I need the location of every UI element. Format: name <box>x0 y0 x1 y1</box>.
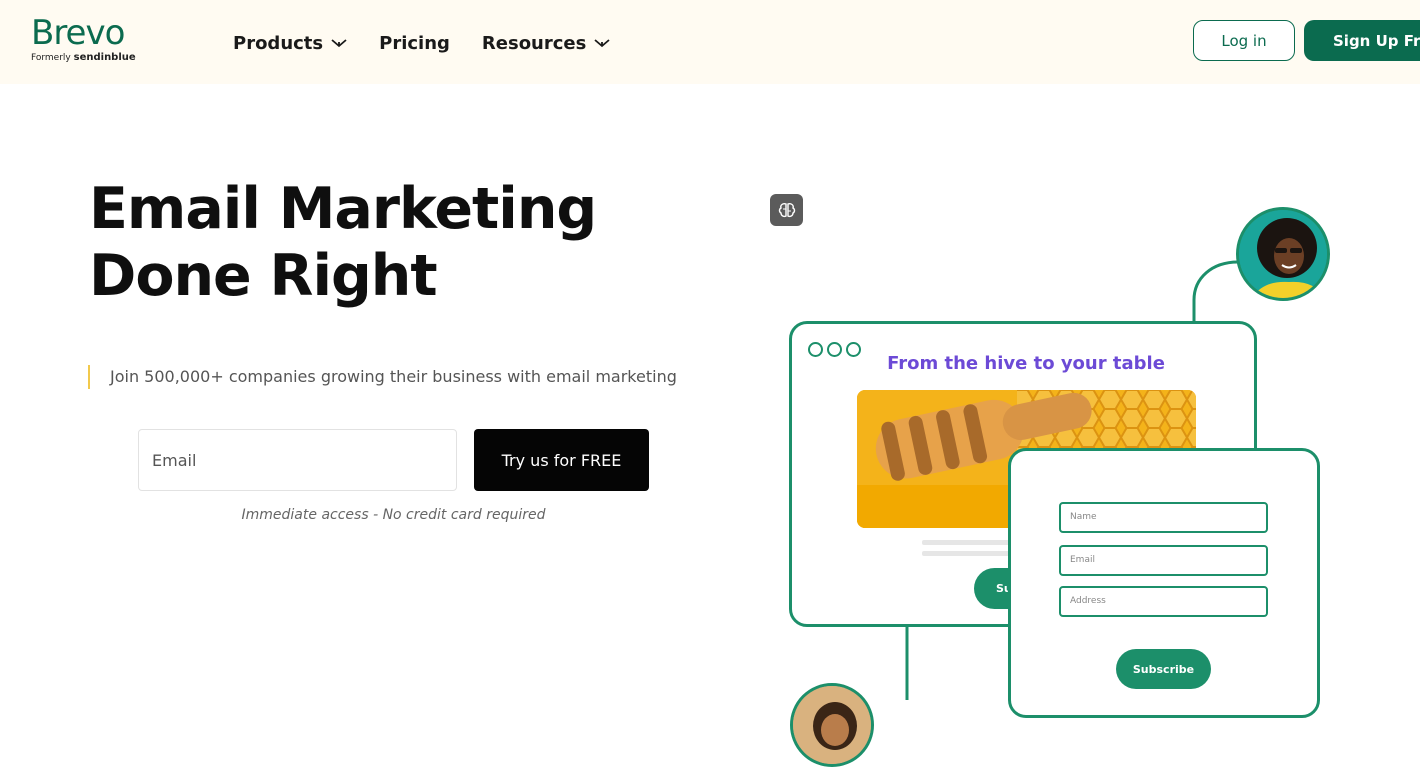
person-avatar-illustration <box>1239 210 1327 298</box>
nav-item-label: Products <box>233 32 324 54</box>
formerly-name: sendinblue <box>73 52 136 63</box>
text-placeholder-line <box>922 551 1022 556</box>
site-header: Brevo Formerly sendinblue Products Prici… <box>0 0 1420 84</box>
hero-subtitle: Join 500,000+ companies growing their bu… <box>88 365 677 389</box>
logo-wordmark: Brevo <box>31 13 125 53</box>
nav-item-products[interactable]: Products <box>233 30 347 56</box>
nav-item-resources[interactable]: Resources <box>482 30 610 56</box>
try-free-button[interactable]: Try us for FREE <box>474 429 649 491</box>
signup-note: Immediate access - No credit card requir… <box>241 507 546 523</box>
login-button[interactable]: Log in <box>1193 20 1295 61</box>
person-avatar-illustration <box>793 686 871 764</box>
nav-item-label: Pricing <box>379 32 450 54</box>
formerly-label: Formerly <box>31 53 71 63</box>
form-field-email: Email <box>1059 545 1268 576</box>
avatar <box>790 683 874 767</box>
hero-title: Email Marketing Done Right <box>89 176 597 309</box>
main-nav: Products Pricing Resources <box>233 30 642 56</box>
subscribe-button: Subscribe <box>1116 649 1211 689</box>
brain-icon[interactable] <box>770 194 803 226</box>
newsletter-title: From the hive to your table <box>887 353 1165 374</box>
form-field-name: Name <box>1059 502 1268 533</box>
signup-button[interactable]: Sign Up Free <box>1304 20 1420 61</box>
text-placeholder-line <box>922 540 1022 545</box>
form-field-address: Address <box>1059 586 1268 617</box>
chevron-down-icon <box>594 39 610 48</box>
email-input[interactable] <box>138 429 457 491</box>
chevron-down-icon <box>331 39 347 48</box>
nav-item-label: Resources <box>481 32 587 54</box>
nav-item-pricing[interactable]: Pricing <box>379 30 450 56</box>
brain-icon-glyph <box>778 203 795 218</box>
brevo-logo[interactable]: Brevo Formerly sendinblue <box>31 14 136 63</box>
logo-formerly-line: Formerly sendinblue <box>31 52 136 63</box>
avatar <box>1236 207 1330 301</box>
